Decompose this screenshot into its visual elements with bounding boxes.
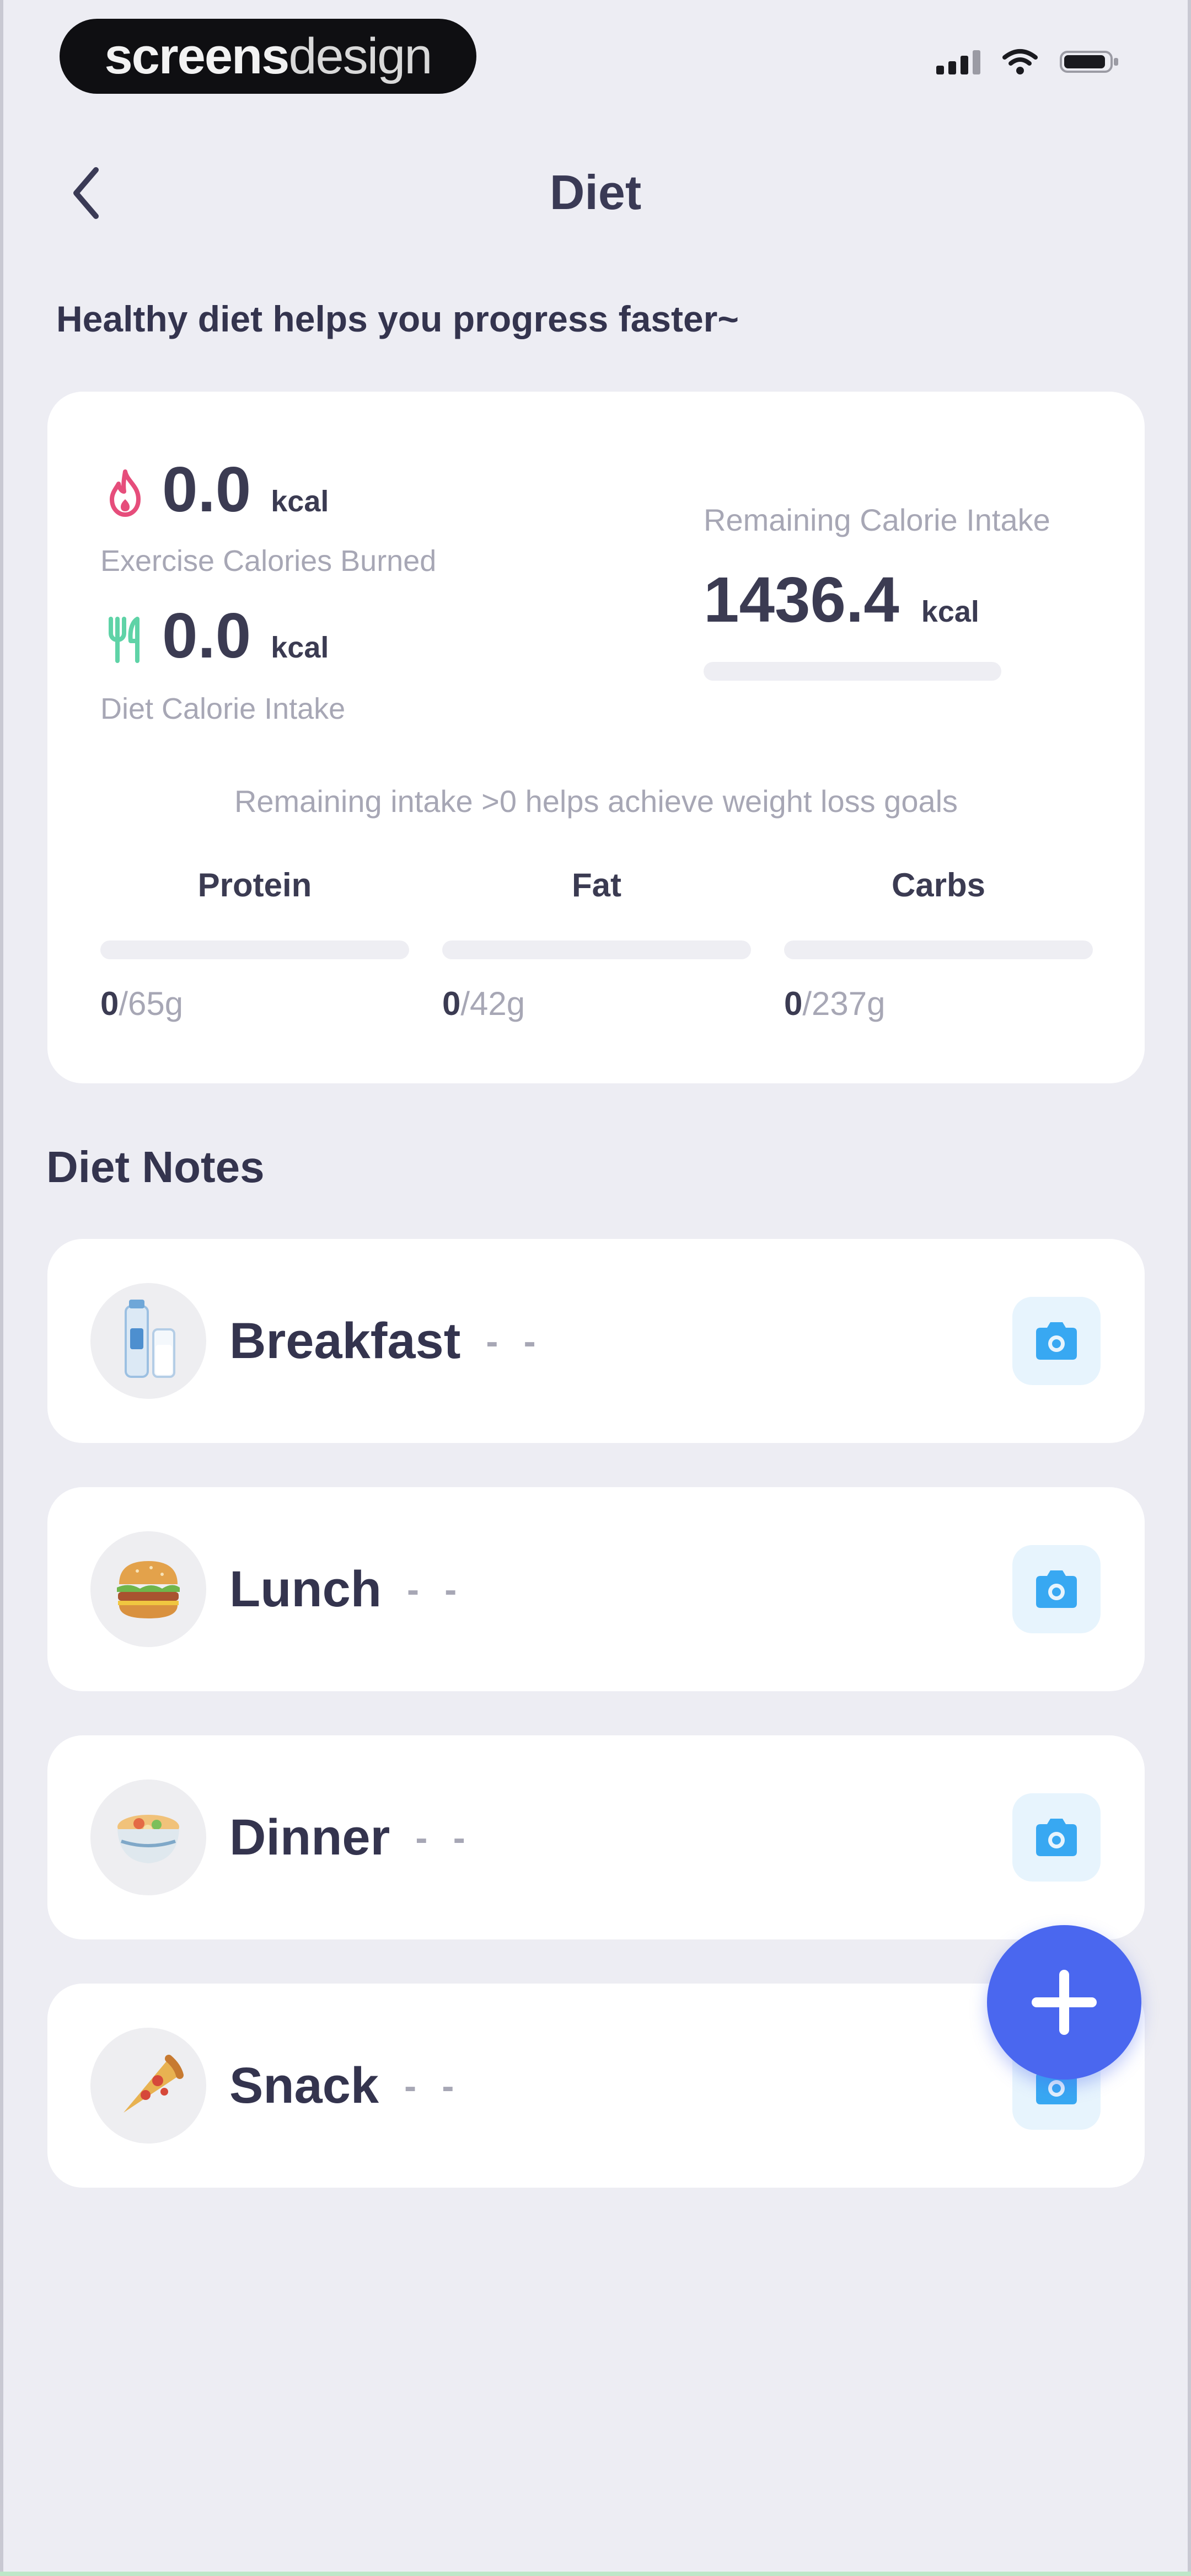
utensils-icon (100, 614, 150, 664)
meal-label: Breakfast - - (229, 1239, 544, 1443)
macro-progress-bar (442, 940, 751, 959)
meal-label: Dinner - - (229, 1735, 473, 1939)
nav-bar: Diet (0, 143, 1191, 243)
remaining-calories-value: 1436.4 (704, 564, 899, 635)
diet-calories-unit: kcal (271, 631, 329, 664)
macro-protein: Protein 0/65g (100, 866, 409, 1023)
meal-name: Snack (229, 2057, 379, 2114)
macro-current: 0 (100, 985, 119, 1022)
meal-card-breakfast[interactable]: Breakfast - - (47, 1239, 1145, 1443)
breakfast-camera-button[interactable] (1012, 1297, 1101, 1385)
diet-calories-label: Diet Calorie Intake (100, 692, 346, 725)
macro-fat: Fat 0/42g (442, 866, 751, 1023)
battery-icon (1060, 49, 1120, 75)
meal-value: - - (404, 2065, 462, 2106)
phone-frame-right (1188, 0, 1191, 2576)
cellular-signal-icon (936, 49, 980, 74)
dinner-camera-button[interactable] (1012, 1793, 1101, 1882)
phone-frame-left (0, 0, 3, 2576)
macro-amount: 0/42g (442, 985, 751, 1023)
meal-value: - - (486, 1321, 544, 1361)
exercise-calories-value: 0.0 (162, 453, 251, 525)
camera-icon (1036, 1570, 1077, 1608)
noodle-bowl-icon (90, 1779, 206, 1895)
calorie-hint: Remaining intake >0 helps achieve weight… (234, 784, 958, 819)
diet-notes-title: Diet Notes (46, 1142, 265, 1191)
meal-label: Lunch - - (229, 1487, 464, 1691)
page-title: Diet (549, 165, 642, 220)
camera-icon (1036, 1322, 1077, 1360)
diet-calories-value: 0.0 (162, 600, 251, 671)
macro-current: 0 (442, 985, 461, 1022)
meal-card-dinner[interactable]: Dinner - - (47, 1735, 1145, 1939)
macro-total: /237g (802, 985, 886, 1022)
lunch-camera-button[interactable] (1012, 1545, 1101, 1633)
flame-icon (100, 468, 150, 518)
remaining-calories: 1436.4 kcal (704, 563, 979, 637)
pizza-slice-icon (90, 2028, 206, 2144)
meal-name: Breakfast (229, 1312, 461, 1369)
add-record-button[interactable] (987, 1925, 1141, 2080)
remaining-calories-progress (704, 662, 1001, 681)
brand-bold: screens (104, 28, 290, 84)
exercise-calories: 0.0 kcal (100, 452, 329, 526)
meal-name: Dinner (229, 1809, 390, 1866)
macro-amount: 0/65g (100, 985, 409, 1023)
exercise-calories-label: Exercise Calories Burned (100, 544, 437, 578)
remaining-calories-label: Remaining Calorie Intake (704, 503, 1050, 537)
meal-name: Lunch (229, 1560, 382, 1617)
plus-icon (1032, 1970, 1097, 2035)
macros-row: Protein 0/65g Fat 0/42g Carbs 0/237g (100, 866, 1093, 1023)
bottom-edge (0, 2572, 1191, 2576)
meal-label: Snack - - (229, 1984, 462, 2188)
burger-icon (90, 1531, 206, 1647)
remaining-calories-unit: kcal (921, 595, 979, 628)
macro-progress-bar (784, 940, 1093, 959)
macro-name: Fat (572, 867, 621, 904)
macro-current: 0 (784, 985, 803, 1022)
brand-watermark: screens design (60, 19, 476, 94)
macro-amount: 0/237g (784, 985, 1093, 1023)
status-icons (936, 49, 1120, 75)
status-bar: screens design (0, 0, 1191, 105)
page-subtitle: Healthy diet helps you progress faster~ (56, 298, 739, 339)
macro-progress-bar (100, 940, 409, 959)
wifi-icon (1002, 49, 1038, 75)
milk-icon (90, 1283, 206, 1399)
macro-total: /65g (119, 985, 184, 1022)
meal-value: - - (415, 1817, 473, 1858)
camera-icon (1036, 1819, 1077, 1856)
macro-total: /42g (460, 985, 525, 1022)
macro-carbs: Carbs 0/237g (784, 866, 1093, 1023)
macro-name: Carbs (891, 867, 986, 904)
meal-value: - - (406, 1569, 465, 1610)
diet-calories: 0.0 kcal (100, 598, 329, 672)
meal-card-snack[interactable]: Snack - - (47, 1984, 1145, 2188)
exercise-calories-unit: kcal (271, 485, 329, 518)
meal-card-lunch[interactable]: Lunch - - (47, 1487, 1145, 1691)
brand-light: design (288, 28, 432, 84)
macro-name: Protein (197, 867, 312, 904)
calorie-summary-card: 0.0 kcal Exercise Calories Burned 0.0 kc… (47, 392, 1145, 1083)
